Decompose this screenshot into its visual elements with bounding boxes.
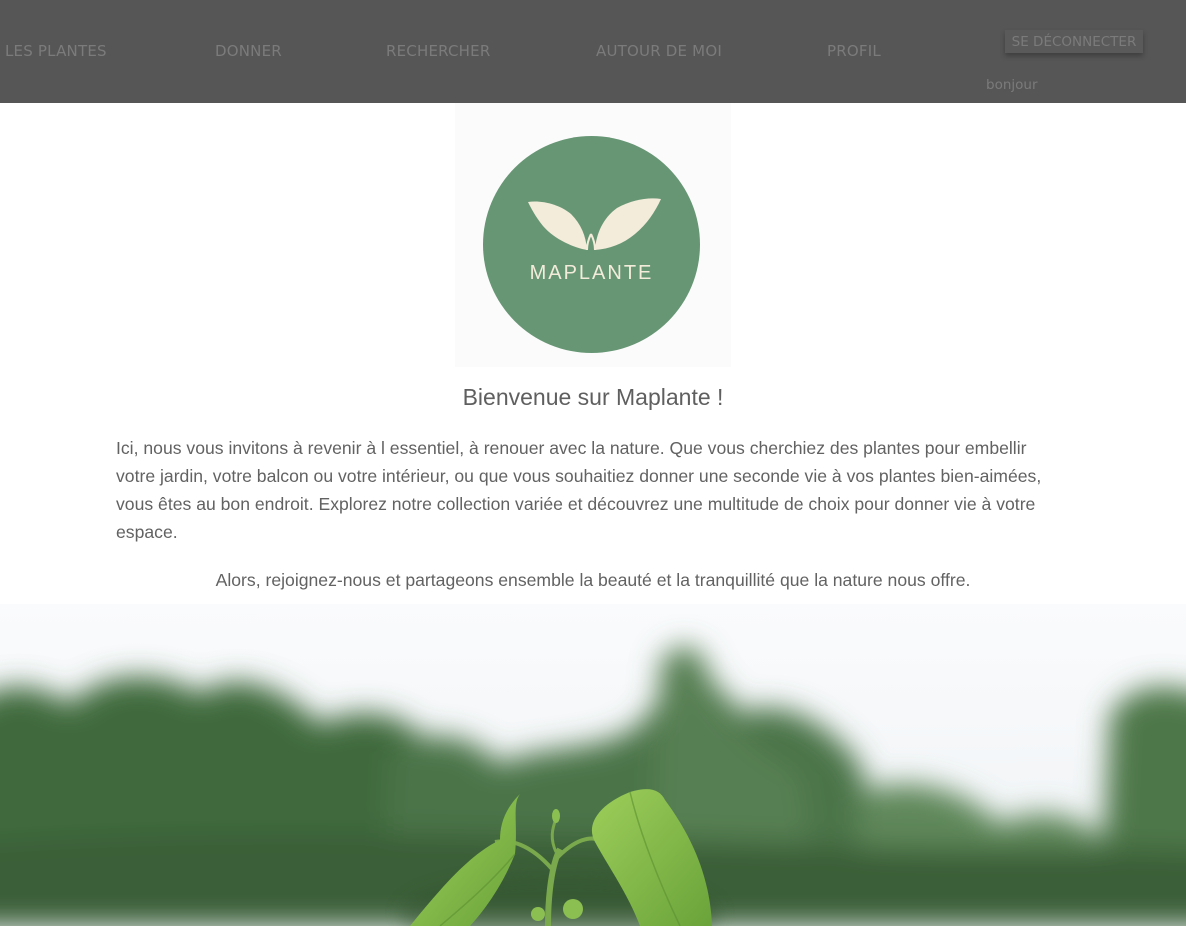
closing-paragraph: Alors, rejoignez-nous et partageons ense…: [215, 570, 971, 590]
nav-link-les-plantes[interactable]: LES PLANTES: [5, 42, 107, 60]
maplante-logo: MAPLANTE: [483, 136, 700, 353]
nav-link-autour-de-moi[interactable]: AUTOUR DE MOI: [596, 42, 722, 60]
logout-button[interactable]: SE DÉCONNECTER: [1005, 30, 1143, 53]
page-title: Bienvenue sur Maplante !: [462, 384, 724, 410]
top-navbar: LES PLANTES DONNER RECHERCHER AUTOUR DE …: [0, 0, 1186, 103]
nav-link-donner[interactable]: DONNER: [215, 42, 282, 60]
hero-plant-image: [0, 604, 1186, 926]
leaf-sprout-icon: [528, 198, 661, 251]
nav-link-profil[interactable]: PROFIL: [827, 42, 881, 60]
plant-photo: [0, 604, 1186, 926]
nav-link-rechercher[interactable]: RECHERCHER: [386, 42, 490, 60]
intro-paragraph: Ici, nous vous invitons à revenir à l es…: [116, 438, 1042, 542]
logo-text: MAPLANTE: [529, 262, 654, 284]
user-greeting: bonjour: [986, 77, 1038, 93]
